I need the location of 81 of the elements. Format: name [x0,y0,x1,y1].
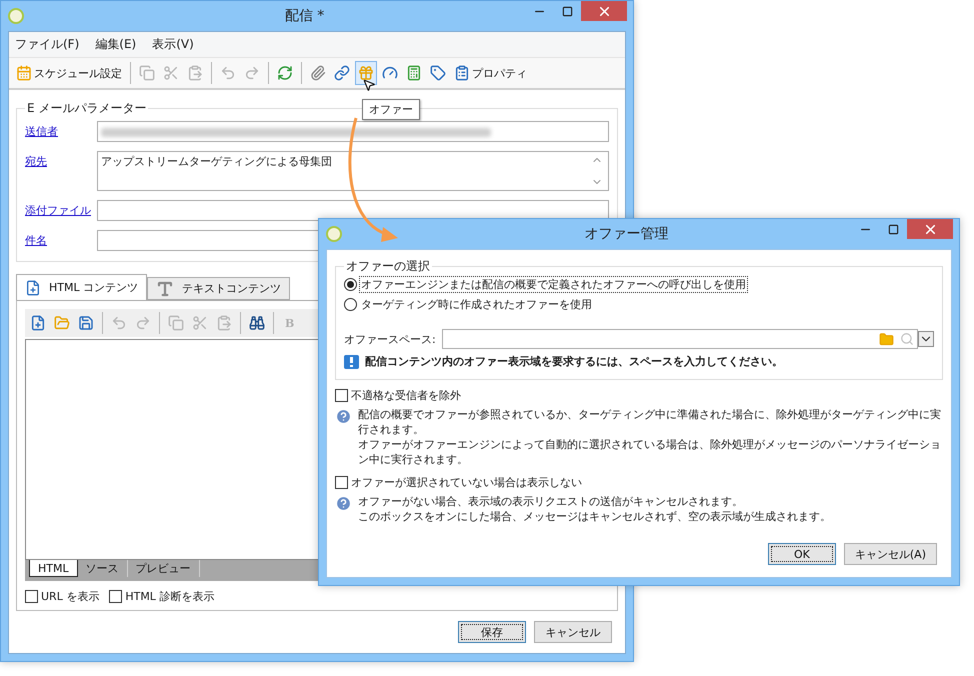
paperclip-icon [310,65,326,81]
window-title: 配信 * [284,7,326,25]
undo-icon [111,315,127,331]
toolbar-button[interactable]: プロパティ [451,61,530,85]
undo-icon [220,65,236,81]
dialog-button[interactable]: キャンセル(A) [844,543,937,565]
help-icon [335,495,352,512]
copy-icon [139,65,155,81]
dropdown-icon[interactable] [918,331,934,347]
maximize-icon [562,6,572,16]
file-icon [30,315,46,331]
field-link[interactable]: 添付ファイル [25,200,97,218]
copy-icon [168,315,184,331]
view-tab[interactable]: HTML [29,560,78,577]
tag-icon [430,65,446,81]
close-button[interactable] [907,219,953,239]
checkbox[interactable] [25,590,38,603]
help-text: 配信の概要でオファーが参照されているか、ターゲティング中に準備された場合に、除外処理がターゲティング中に実行されます。 [358,407,942,437]
input-field[interactable] [97,200,609,221]
radio-button[interactable] [344,278,357,291]
warning-text: 配信コンテンツ内のオファー表示域を要求するには、スペースを入力してください。 [365,354,783,369]
recipient-field[interactable]: アップストリームターゲティングによる母集団 [97,151,609,191]
clipboard-icon [454,65,470,81]
radio-label: ターゲティング時に作成されたオファーを使用 [360,297,593,312]
file-icon [25,280,41,296]
clipboard-icon [216,315,232,331]
help-text: オファーがない場合、表示域の表示リクエストの送信がキャンセルされます。 [358,494,744,509]
content-tab[interactable]: HTML コンテンツ [16,274,148,300]
checkbox-label: URL を表示 [41,589,100,604]
folder-icon[interactable] [879,332,894,346]
tooltip: オファー [362,99,420,120]
gauge-icon [382,65,398,81]
app-icon [8,8,24,24]
menu-item[interactable]: ファイル(F) [15,36,80,53]
maximize-icon [888,224,898,234]
close-button[interactable] [581,1,627,21]
checkbox-label: オファーが選択されていない場合は表示しない [351,475,582,490]
checkbox[interactable] [335,476,348,489]
refresh-icon [277,65,293,81]
calculator-icon [406,65,422,81]
letter-icon [156,280,174,298]
dialog-button[interactable]: OK [768,543,836,565]
dialog-button[interactable]: キャンセル [534,621,612,643]
clipboard-icon [187,65,203,81]
offer-space-field[interactable] [442,329,918,349]
sender-field[interactable] [97,121,609,142]
group-title: E メールパラメーター [26,100,148,117]
warning-icon [344,354,359,368]
dialog-button[interactable]: 保存 [458,621,526,643]
calendar-icon [16,65,32,81]
binoculars-icon [249,315,265,331]
menu-item[interactable]: 表示(V) [152,36,194,53]
radio-button[interactable] [344,298,357,311]
redo-icon [135,315,151,331]
scissors-icon [163,65,179,81]
app-icon [326,226,342,242]
save-icon [78,315,94,331]
menu-item[interactable]: 編集(E) [95,36,136,53]
search-icon[interactable] [900,332,914,346]
field-link[interactable]: 宛先 [25,151,97,169]
link-icon [334,65,350,81]
field-label: オファースペース: [344,332,436,346]
group-title: オファーの選択 [345,258,431,275]
field-link[interactable]: 件名 [25,230,97,248]
checkbox[interactable] [109,590,122,603]
scissors-icon [192,315,208,331]
help-icon [335,408,352,425]
content-tab[interactable]: テキストコンテンツ [147,277,290,300]
field-link[interactable]: 送信者 [25,121,97,139]
checkbox-label: 不適格な受信者を除外 [351,388,461,403]
gift-icon [358,65,374,81]
window-title: オファー管理 [584,225,670,243]
checkbox-label: HTML 診断を表示 [125,589,214,604]
folder-icon [54,315,70,331]
radio-label: オファーエンジンまたは配信の概要で定義されたオファーへの呼び出しを使用 [360,277,747,292]
checkbox[interactable] [335,389,348,402]
help-text: オファーがオファーエンジンによって自動的に選択されている場合は、除外処理がメッセージのパーソナライゼーション中に実行されます。 [358,437,942,467]
redo-icon [244,65,260,81]
toolbar-button[interactable] [355,61,377,85]
toolbar-button[interactable]: スケジュール設定 [13,61,125,85]
help-text: このボックスをオンにした場合、メッセージはキャンセルされず、空の表示域が生成されます。 [358,509,831,524]
